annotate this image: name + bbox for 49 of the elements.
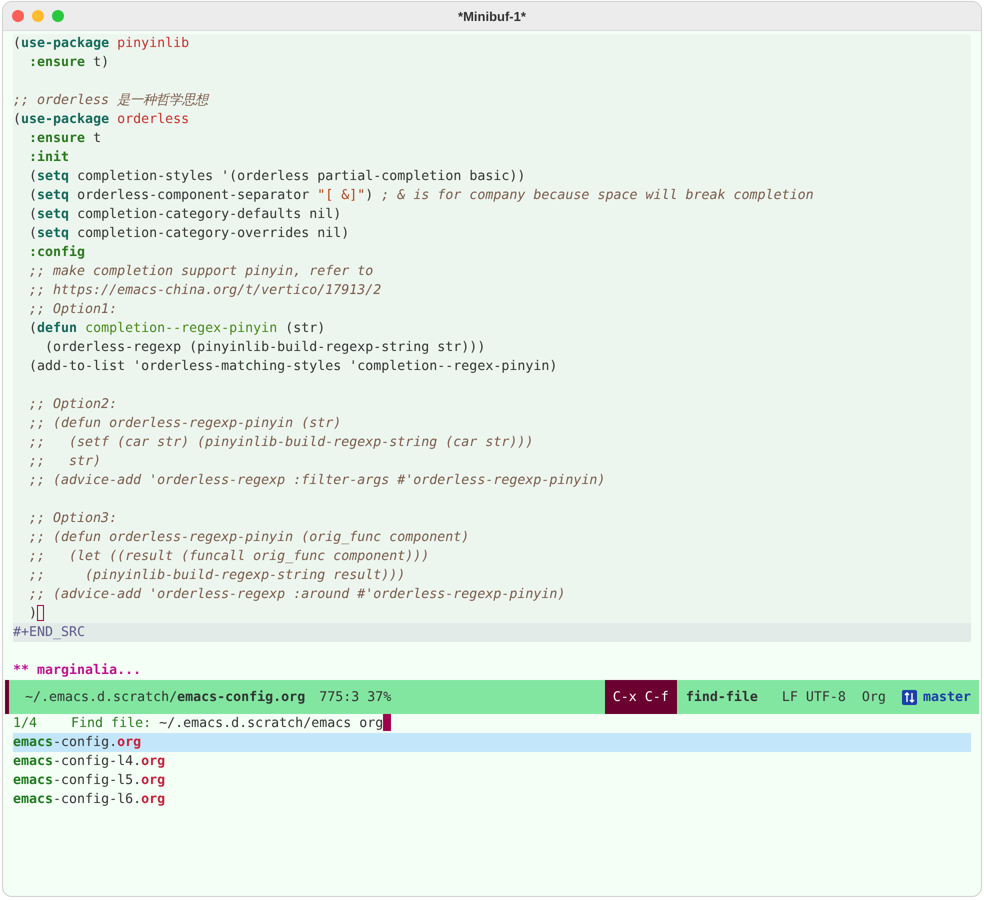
- code-line: :ensure t: [28, 130, 102, 148]
- code-line: ;; (let ((result (funcall orig_func component))): [28, 548, 430, 566]
- completion-candidate[interactable]: emacs-config.org: [13, 733, 971, 752]
- branch-icon: [902, 690, 917, 704]
- completion-candidate[interactable]: emacs-config-l5.org: [13, 771, 971, 790]
- key-sequence: C-x C-f: [604, 680, 677, 714]
- code-line: ;; https://emacs-china.org/t/vertico/17913/2: [28, 282, 382, 300]
- major-mode-label: Org: [862, 690, 887, 704]
- completion-candidate[interactable]: emacs-config-l4.org: [13, 752, 971, 771]
- code-line: ;; (defun orderless-regexp-pinyin (str): [28, 415, 342, 433]
- prompt-label: Find file:: [71, 716, 152, 731]
- zoom-button[interactable]: [52, 10, 64, 22]
- code-line: ;; (defun orderless-regexp-pinyin (orig_func component): [28, 529, 470, 547]
- code-line: :config: [28, 244, 86, 262]
- code-line: ;; Option1:: [28, 301, 118, 319]
- command-name: find-file: [684, 690, 759, 704]
- code-line: :init: [28, 149, 70, 167]
- code-line: ;; Option3:: [28, 510, 118, 528]
- code-line: ;; str): [28, 453, 102, 471]
- code-line: ;; (pinyinlib-build-regexp-string result))): [28, 567, 406, 585]
- code-line: (use-package pinyinlib: [13, 35, 190, 53]
- input-field[interactable]: ~/.emacs.d.scratch/emacs org: [159, 716, 392, 731]
- code-line: (orderless-regexp (pinyinlib-build-regexp-string str))): [44, 339, 486, 357]
- code-line: (defun completion--regex-pinyin (str): [28, 320, 326, 338]
- code-line: (add-to-list 'orderless-matching-styles 'completion--regex-pinyin): [28, 358, 558, 376]
- git-branch: master: [922, 690, 972, 704]
- text-cursor: [37, 605, 44, 621]
- code-line: (setq completion-styles '(orderless partial-completion basic)): [28, 168, 526, 186]
- code-line: ;; Option2:: [28, 396, 118, 414]
- code-block-end: #+END_SRC: [13, 623, 971, 642]
- code-line: ): [13, 604, 971, 623]
- minimize-button[interactable]: [32, 10, 44, 22]
- code-line: ;; make completion support pinyin, refer to: [28, 263, 374, 281]
- code-line: ;; orderless 是一种哲学思想: [13, 92, 210, 110]
- code-line: ;; (advice-add 'orderless-regexp :filter-args #'orderless-regexp-pinyin): [28, 472, 606, 490]
- window-title: *Minibuf-1*: [458, 8, 526, 24]
- encoding-label: LF UTF-8: [782, 690, 847, 704]
- code-line: (setq completion-category-overrides nil): [28, 225, 350, 243]
- code-line: (setq orderless-component-separator "[ &]") ; & is for company because space will break completion: [28, 187, 815, 205]
- code-line: (setq completion-category-defaults nil): [28, 206, 342, 224]
- candidate-count: 1/4: [13, 716, 38, 731]
- code-line: :ensure t): [28, 54, 110, 72]
- code-line: (use-package orderless: [13, 111, 190, 129]
- completion-candidate[interactable]: emacs-config-l6.org: [13, 790, 971, 809]
- cursor-position: 775:3 37%: [319, 690, 392, 704]
- buffer-file-name: ~/.emacs.d.scratch/emacs-config.org: [25, 690, 306, 704]
- close-button[interactable]: [12, 10, 24, 22]
- code-line: ;; (advice-add 'orderless-regexp :around #'orderless-regexp-pinyin): [28, 586, 566, 604]
- code-line: ;; (setf (car str) (pinyinlib-build-regexp-string (car str))): [28, 434, 534, 452]
